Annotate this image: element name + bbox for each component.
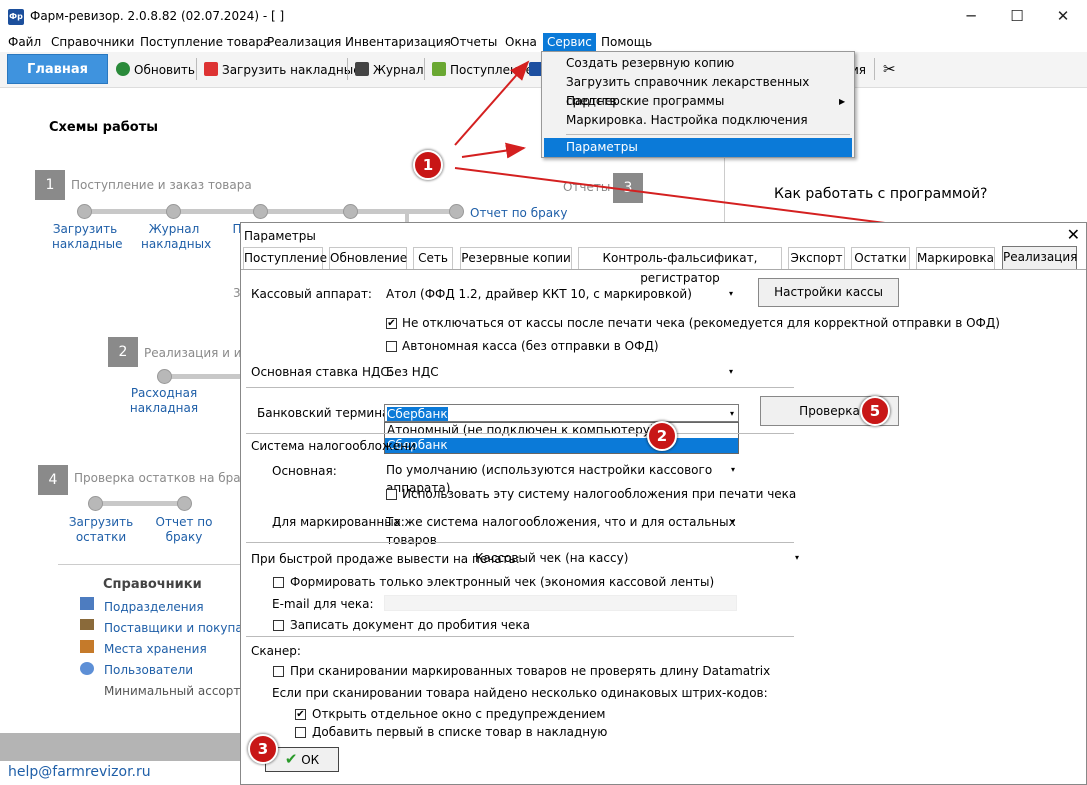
tab-stock[interactable]: Остатки [851, 247, 910, 269]
tab-updates[interactable]: Обновление [329, 247, 407, 269]
dialog-title: Параметры [244, 229, 316, 243]
datamatrix-checkbox[interactable] [273, 666, 284, 677]
divider [246, 387, 794, 388]
bank-terminal-select[interactable]: Сбербанк ▾ [384, 404, 739, 422]
divider [246, 433, 794, 434]
use-tax-checkbox[interactable] [386, 489, 397, 500]
bank-terminal-dropdown: Атономный (не подключен к компьютеру) Сб… [384, 422, 739, 454]
datamatrix-label: При сканировании маркированных товаров н… [290, 664, 771, 678]
scanner-label: Сканер: [251, 644, 301, 658]
receipt-email-label: E-mail для чека: [272, 597, 374, 611]
chevron-down-icon: ▾ [730, 465, 735, 474]
kkt-label: Кассовый аппарат: [251, 287, 372, 301]
chevron-down-icon: ▾ [729, 409, 734, 418]
tab-backups[interactable]: Резервные копии [460, 247, 572, 269]
duplicate-barcode-label: Если при сканировании товара найдено нес… [272, 686, 768, 700]
chevron-down-icon: ▾ [794, 553, 799, 562]
chevron-down-icon: ▾ [730, 517, 735, 526]
tab-border [241, 269, 1086, 270]
chevron-down-icon: ▾ [728, 289, 733, 298]
add-first-label: Добавить первый в списке товар в накладн… [312, 725, 608, 739]
dialog-close-button[interactable]: ✕ [1067, 225, 1080, 244]
save-doc-checkbox[interactable] [273, 620, 284, 631]
arrow-to-parameters [461, 142, 526, 159]
tab-marking[interactable]: Маркировка [916, 247, 995, 269]
autonomous-label: Автономная касса (без отправки в ОФД) [402, 339, 659, 353]
tab-receipt[interactable]: Поступление [243, 247, 327, 269]
arrow-to-service-menu [454, 60, 530, 146]
tax-system-title: Система налогообложени [251, 439, 416, 453]
tab-network[interactable]: Сеть [413, 247, 453, 269]
tax-marked-select[interactable]: Та же система налогообложения, что и для… [384, 513, 739, 547]
bank-option-sberbank[interactable]: Сбербанк [385, 438, 738, 453]
autonomous-checkbox[interactable] [386, 341, 397, 352]
parameters-dialog: Параметры ✕ Поступление Обновление Сеть … [240, 222, 1087, 785]
step-badge-2: 2 [647, 421, 677, 451]
bank-option-autonomous[interactable]: Атономный (не подключен к компьютеру) [385, 423, 738, 438]
divider [246, 636, 794, 637]
step-badge-3: 3 [248, 734, 278, 764]
tab-counterfeit-control[interactable]: Контроль-фальсификат, регистратор [578, 247, 782, 285]
vat-select[interactable]: Без НДС ▾ [384, 363, 737, 381]
add-first-checkbox[interactable] [295, 727, 306, 738]
use-tax-label: Использовать эту систему налогообложения… [402, 487, 797, 501]
chevron-down-icon: ▾ [728, 367, 733, 376]
check-icon: ✔ [284, 750, 298, 768]
tax-main-select[interactable]: По умолчанию (используются настройки кас… [384, 461, 739, 495]
kkt-settings-button[interactable]: Настройки кассы [758, 278, 899, 307]
step-badge-5: 5 [860, 396, 890, 426]
open-window-checkbox[interactable]: ✔ [295, 709, 306, 720]
receipt-email-input[interactable] [384, 595, 737, 611]
step-badge-1: 1 [413, 150, 443, 180]
electronic-receipt-checkbox[interactable] [273, 577, 284, 588]
bank-terminal-label: Банковский терминал: [257, 406, 402, 420]
electronic-receipt-label: Формировать только электронный чек (экон… [290, 575, 715, 589]
fast-sale-select[interactable]: Кассовый чек (на кассу) ▾ [473, 549, 803, 567]
kkt-select[interactable]: Атол (ФФД 1.2, драйвер ККТ 10, с маркиро… [384, 285, 737, 303]
vat-label: Основная ставка НДС: [251, 365, 393, 379]
tax-main-label: Основная: [272, 464, 337, 478]
open-window-label: Открыть отдельное окно с предупреждением [312, 707, 606, 721]
save-doc-label: Записать документ до пробития чека [290, 618, 530, 632]
no-disconnect-label: Не отключаться от кассы после печати чек… [402, 316, 1000, 330]
tab-export[interactable]: Экспорт [788, 247, 845, 269]
tab-sales[interactable]: Реализация [1002, 246, 1077, 270]
divider [246, 542, 794, 543]
no-disconnect-checkbox[interactable]: ✔ [386, 318, 397, 329]
